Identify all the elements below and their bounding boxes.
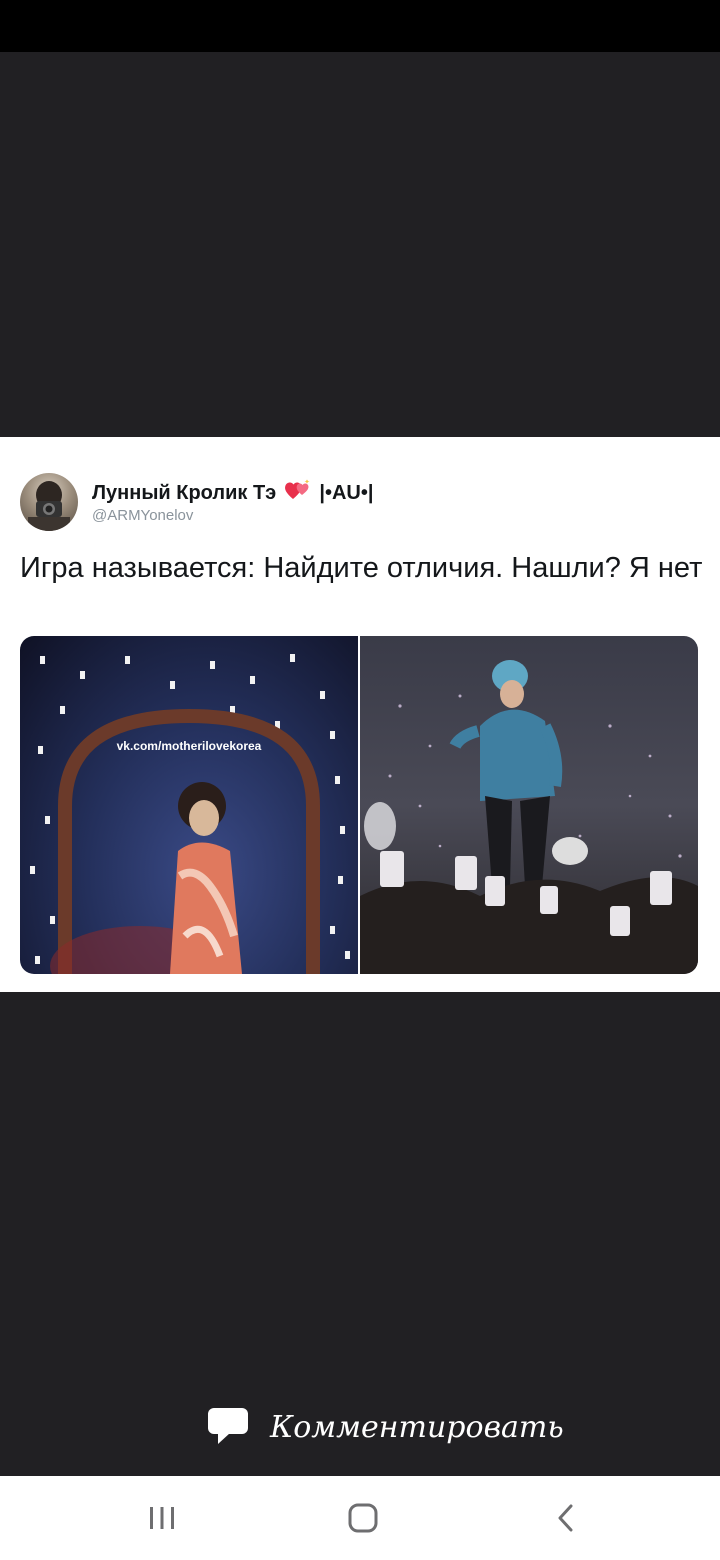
navigation-bar [0, 1476, 720, 1560]
user-name[interactable]: Лунный Кролик Тэ |•AU•| [92, 479, 373, 507]
avatar[interactable] [20, 473, 78, 531]
user-handle[interactable]: @ARMYonelov [92, 507, 193, 524]
heart-icon [284, 479, 312, 507]
photo-left[interactable]: vk.com/motherilovekorea [20, 636, 358, 974]
comment-button[interactable]: Комментировать [270, 1410, 564, 1445]
tweet-card[interactable]: Лунный Кролик Тэ |•AU•| @ARMYonelov Игра… [0, 437, 720, 992]
comment-icon[interactable] [206, 1406, 250, 1446]
tweet-media[interactable]: vk.com/motherilovekorea [20, 636, 698, 974]
name-suffix: |•AU•| [319, 482, 374, 504]
photo-right[interactable] [360, 636, 698, 974]
watermark: vk.com/motherilovekorea [116, 739, 262, 753]
status-bar [0, 0, 720, 52]
back-icon[interactable] [544, 1498, 588, 1538]
recent-apps-icon[interactable] [140, 1498, 184, 1538]
tweet-text: Игра называется: Найдите отличия. Нашли?… [20, 552, 703, 584]
display-name: Лунный Кролик Тэ [92, 482, 277, 504]
comment-bar[interactable]: Комментировать [0, 1400, 720, 1456]
home-icon[interactable] [341, 1498, 385, 1538]
